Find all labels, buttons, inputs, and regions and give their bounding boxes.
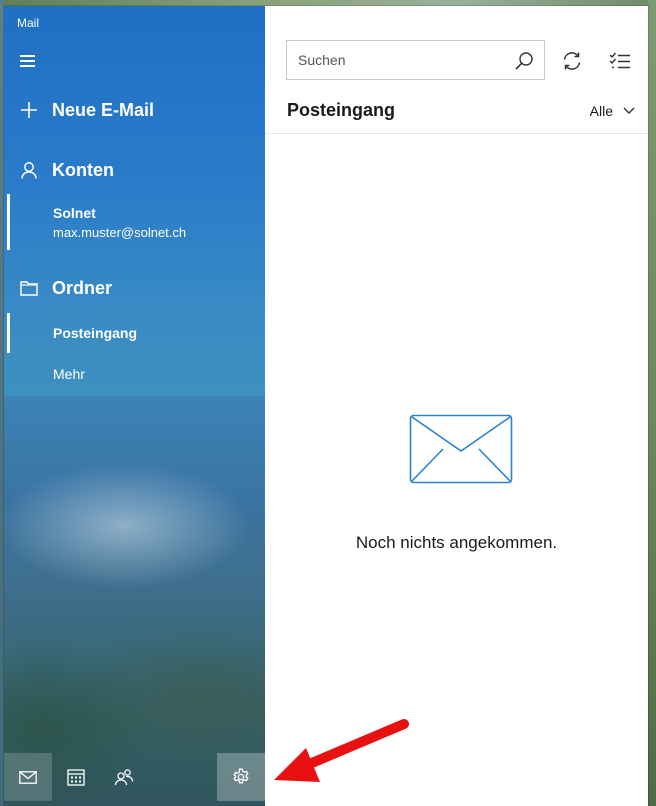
selection-indicator xyxy=(7,194,10,250)
hamburger-menu-button[interactable] xyxy=(18,52,38,70)
hamburger-icon-line xyxy=(20,65,35,67)
header-divider xyxy=(265,133,648,134)
filter-label: Alle xyxy=(589,103,613,119)
new-mail-label: Neue E-Mail xyxy=(52,99,155,120)
sidebar: Mail Neue E-Mail Konten Solnet max.muste… xyxy=(4,6,265,806)
checklist-icon xyxy=(609,52,630,69)
account-name: Solnet xyxy=(53,205,96,221)
sync-icon xyxy=(563,52,581,70)
folder-title: Posteingang xyxy=(287,100,396,120)
search-box[interactable] xyxy=(286,40,545,80)
plus-icon xyxy=(19,100,39,120)
account-email: max.muster@solnet.ch xyxy=(53,225,187,240)
folder-item-inbox[interactable]: Posteingang xyxy=(4,313,265,353)
folder-label: Mehr xyxy=(53,366,85,382)
folder-item-more[interactable]: Mehr xyxy=(4,354,265,394)
mail-icon xyxy=(19,770,37,784)
account-item-solnet[interactable]: Solnet max.muster@solnet.ch xyxy=(4,192,265,250)
envelope-icon xyxy=(409,414,513,484)
people-icon xyxy=(114,769,134,786)
people-button[interactable] xyxy=(100,753,148,801)
folder-icon xyxy=(19,278,39,298)
accounts-button[interactable]: Konten xyxy=(4,150,265,190)
selection-indicator xyxy=(7,313,10,353)
search-icon[interactable] xyxy=(514,51,534,71)
bottom-navigation xyxy=(4,753,265,801)
accounts-label: Konten xyxy=(52,159,114,180)
folders-label: Ordner xyxy=(52,277,113,298)
empty-state-message: Noch nichts angekommen. xyxy=(355,533,558,552)
new-mail-button[interactable]: Neue E-Mail xyxy=(4,90,265,130)
folder-label: Posteingang xyxy=(53,325,138,341)
mail-window: Mail Neue E-Mail Konten Solnet max.muste… xyxy=(4,6,648,806)
person-icon xyxy=(19,160,39,180)
desktop-background-right xyxy=(648,0,656,806)
message-list-pane: Posteingang Alle Noch nichts angekommen. xyxy=(265,6,648,806)
app-title: Mail xyxy=(17,16,40,30)
selection-mode-button[interactable] xyxy=(609,50,631,72)
settings-button[interactable] xyxy=(217,753,265,801)
calendar-icon xyxy=(67,769,85,786)
filter-dropdown[interactable]: Alle xyxy=(590,101,635,121)
gear-icon xyxy=(233,768,249,784)
hamburger-icon-line xyxy=(20,60,35,62)
search-input[interactable] xyxy=(287,41,502,79)
folders-button[interactable]: Ordner xyxy=(4,268,265,308)
hamburger-icon xyxy=(20,55,35,57)
sync-button[interactable] xyxy=(561,50,583,72)
chevron-down-icon xyxy=(623,107,635,114)
calendar-button[interactable] xyxy=(52,753,100,801)
mail-button[interactable] xyxy=(4,753,52,801)
